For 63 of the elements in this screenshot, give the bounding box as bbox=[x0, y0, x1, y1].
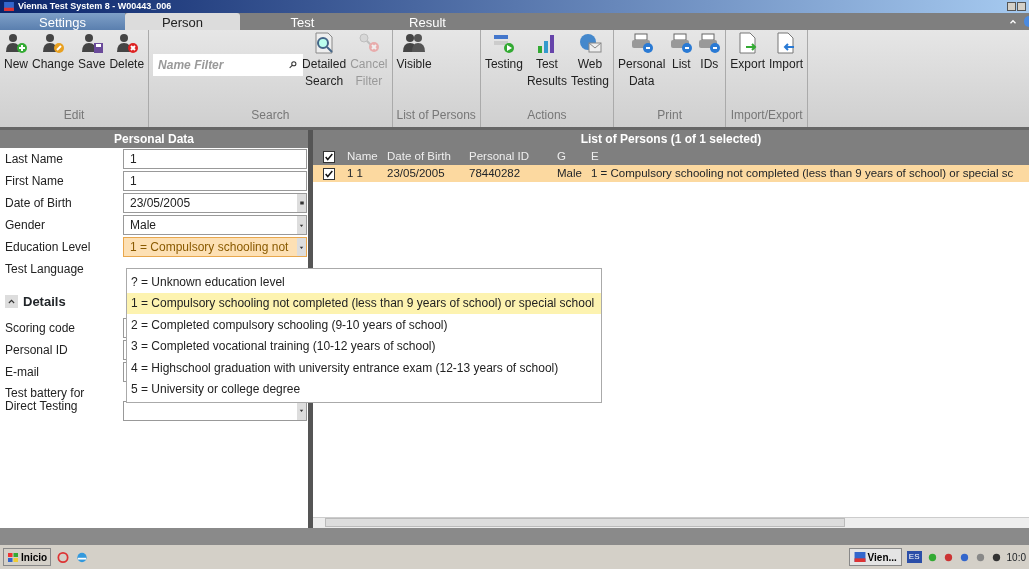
table-cell-text: Male bbox=[556, 165, 583, 181]
section-title: Details bbox=[23, 293, 66, 311]
field-label: Scoring code bbox=[5, 319, 77, 337]
ribbon-button[interactable]: Import bbox=[769, 32, 804, 73]
group-label: Actions bbox=[526, 107, 568, 124]
field-label: Education Level bbox=[5, 239, 92, 256]
dropdown-option[interactable]: ? = Unknown education level bbox=[127, 271, 601, 293]
ribbon-button[interactable]: Web Testing bbox=[570, 32, 609, 90]
table-cell-text: 1 1 bbox=[346, 165, 364, 181]
group-label: Search bbox=[250, 107, 291, 124]
ribbon-tab[interactable]: Test bbox=[240, 13, 365, 30]
field-label: Gender bbox=[5, 217, 47, 234]
dropdown-option[interactable]: 3 = Completed vocational training (10-12 years of school) bbox=[127, 335, 601, 357]
ribbon-tab[interactable]: Result bbox=[365, 13, 490, 30]
field-label: Personal ID bbox=[5, 341, 69, 359]
group-label: List of Persons bbox=[396, 107, 476, 124]
ribbon-button[interactable]: Change bbox=[32, 32, 75, 73]
field-label: E-mail bbox=[5, 363, 40, 381]
dropdown-option[interactable]: 5 = University or college degree bbox=[127, 378, 601, 400]
ribbon-button[interactable]: Save bbox=[78, 32, 106, 73]
dropdown-option[interactable]: 4 = Highschool graduation with university entrance exam (12-13 years of school) bbox=[127, 357, 601, 379]
table-cell-text: 78440282 bbox=[468, 165, 522, 181]
field-label: Test battery for Direct Testing bbox=[5, 386, 86, 413]
dropdown-option[interactable]: 1 = Compulsory schooling not completed (less than 9 years of school) or special school bbox=[127, 292, 601, 314]
ribbon-button[interactable]: Testing bbox=[484, 32, 523, 73]
group-label: Print bbox=[656, 107, 683, 124]
dropdown-field[interactable]: Male bbox=[123, 215, 307, 235]
field-label: First Name bbox=[5, 173, 65, 190]
ribbon-button[interactable]: Visible bbox=[396, 32, 432, 73]
input-field[interactable]: 1 bbox=[123, 171, 307, 191]
table-cell-text: 1 = Compulsory schooling not completed (less than 9 years of school) or special sc bbox=[590, 165, 1015, 181]
column-header[interactable]: Personal ID bbox=[465, 148, 553, 166]
name-filter-field[interactable]: Name Filter bbox=[153, 54, 304, 76]
column-header[interactable]: G bbox=[553, 148, 587, 166]
ribbon-tab[interactable]: Person bbox=[125, 13, 240, 30]
column-header[interactable]: Name bbox=[343, 148, 383, 166]
table-cell-text: 23/05/2005 bbox=[386, 165, 446, 181]
ribbon-button[interactable]: New bbox=[4, 32, 28, 73]
table-row[interactable]: 1 1 23/05/2005 78440282 Male 1 = Compulsory schooling not completed (less than 9 years of school) or special sc bbox=[313, 165, 1029, 182]
group-label: Import/Export bbox=[730, 107, 804, 124]
ribbon-button[interactable]: Detailed Search bbox=[302, 32, 347, 90]
dropdown-option[interactable]: 2 = Completed compulsory schooling (9-10 years of school) bbox=[127, 314, 601, 336]
ribbon-button[interactable]: List bbox=[669, 32, 694, 73]
window-title: Vienna Test System 8 - W00443_006 bbox=[18, 0, 172, 13]
start-button[interactable]: Inicio bbox=[3, 548, 52, 566]
ribbon-button[interactable]: Personal Data bbox=[617, 32, 666, 90]
language-indicator[interactable]: ES bbox=[906, 551, 922, 563]
ribbon-button[interactable]: IDs bbox=[697, 32, 722, 73]
taskbar-button[interactable]: Vien... bbox=[848, 548, 902, 566]
field-label: Test Language bbox=[5, 261, 85, 278]
ribbon-button[interactable]: Test Results bbox=[526, 32, 567, 90]
group-label: Edit bbox=[62, 107, 86, 124]
field-label: Date of Birth bbox=[5, 195, 73, 212]
column-header[interactable]: Date of Birth bbox=[383, 148, 465, 166]
clock: 10:0 bbox=[1006, 550, 1026, 565]
input-field[interactable]: 1 bbox=[123, 149, 307, 169]
field-label: Last Name bbox=[5, 151, 65, 168]
panel-header: List of Persons (1 of 1 selected) bbox=[313, 130, 1029, 148]
ribbon-button[interactable]: Delete bbox=[109, 32, 145, 73]
date-field[interactable]: 23/05/2005 bbox=[123, 193, 307, 213]
ribbon-button[interactable]: Export bbox=[730, 32, 765, 73]
panel-header: Personal Data bbox=[0, 130, 308, 148]
dropdown-field[interactable]: 1 = Compulsory schooling not bbox=[123, 237, 307, 257]
